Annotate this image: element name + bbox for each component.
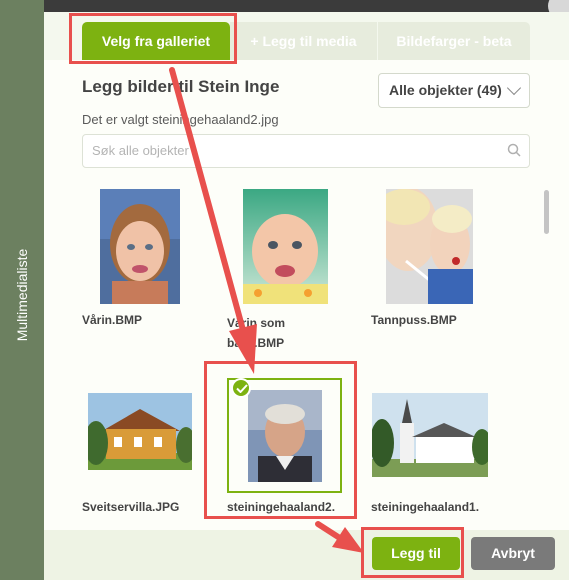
multimedia-sidebar[interactable]: Multimedialiste: [0, 0, 44, 580]
object-filter-value: Alle objekter (49): [389, 82, 502, 98]
gallery-item-name: Sveitservilla.JPG: [82, 500, 180, 514]
search-input[interactable]: Søk alle objekter: [82, 134, 530, 168]
gallery-item-name: Vårin.BMP: [82, 313, 143, 327]
gallery-item-name: Vårin som baby.BMP: [227, 316, 286, 350]
tannpuss-photo[interactable]: [386, 189, 473, 304]
search-placeholder: Søk alle objekter: [92, 143, 189, 158]
selection-status: Det er valgt steiningehaaland2.jpg: [82, 112, 279, 127]
varin-baby-photo[interactable]: [243, 189, 328, 304]
tab-image-colors[interactable]: Bildefarger - beta: [378, 22, 530, 60]
sveitservilla-photo[interactable]: [88, 393, 192, 470]
annotation-box-selected: [204, 361, 357, 519]
sidebar-label: Multimedialiste: [14, 248, 30, 342]
tab-add-media[interactable]: + Legg til media: [230, 22, 378, 60]
gallery-scrollbar[interactable]: [544, 190, 549, 234]
annotation-box-add: [361, 527, 464, 578]
gallery-item-name: Tannpuss.BMP: [371, 313, 457, 327]
varin-photo[interactable]: [100, 189, 180, 304]
cancel-button[interactable]: Avbryt: [471, 537, 555, 570]
object-filter-select[interactable]: Alle objekter (49): [378, 73, 530, 108]
steiningehaaland1-photo[interactable]: [372, 393, 488, 477]
gallery-item-name: steiningehaaland1.: [371, 500, 480, 514]
annotation-box-tab: [69, 13, 237, 64]
page-title: Legg bilder til Stein Inge: [82, 77, 280, 96]
search-icon[interactable]: [507, 143, 521, 157]
chevron-down-icon: [506, 80, 522, 96]
